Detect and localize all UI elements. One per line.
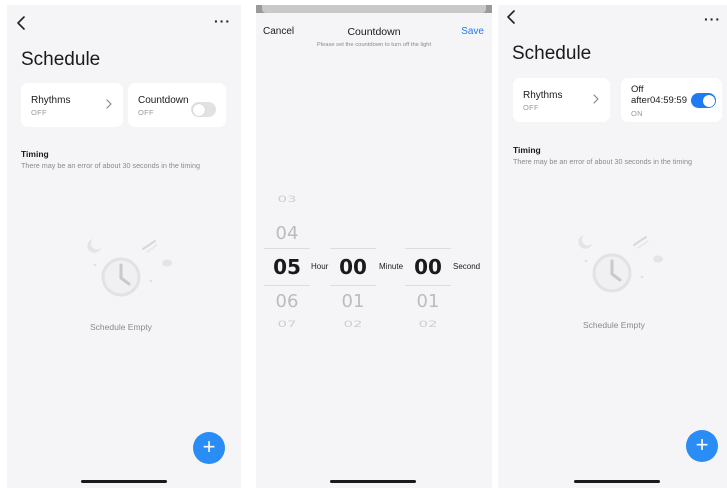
second-selected[interactable]: 00	[405, 255, 451, 279]
back-icon[interactable]	[14, 14, 30, 32]
minute-option[interactable]: 01	[330, 291, 376, 312]
second-picker[interactable]: 00 01 02	[405, 190, 451, 340]
alarm-clock-illustration	[578, 235, 663, 293]
countdown-title: Off after04:59:59	[631, 84, 687, 106]
countdown-toggle[interactable]	[191, 102, 216, 117]
second-unit-label: Second	[453, 262, 481, 271]
rhythms-status: OFF	[31, 108, 47, 117]
picker-divider	[264, 248, 310, 249]
countdown-card[interactable]: Countdown OFF	[128, 83, 226, 127]
minute-unit-label: Minute	[379, 262, 404, 271]
picker-divider	[405, 248, 451, 249]
rhythms-card[interactable]: Rhythms OFF	[21, 83, 123, 127]
more-icon[interactable]: ···	[704, 11, 721, 27]
countdown-title-line2: after04:59:59	[631, 95, 687, 106]
add-schedule-button[interactable]: +	[686, 430, 718, 462]
home-indicator	[81, 480, 167, 483]
hour-option[interactable]: 04	[264, 223, 310, 244]
picker-divider	[264, 285, 310, 286]
empty-state-text: Schedule Empty	[90, 322, 152, 332]
rhythms-title: Rhythms	[523, 90, 563, 101]
hour-option[interactable]: 03	[264, 194, 310, 205]
rhythms-card[interactable]: Rhythms OFF	[513, 78, 610, 122]
page-title: Schedule	[512, 43, 592, 64]
picker-divider	[405, 285, 451, 286]
countdown-status: OFF	[138, 108, 154, 117]
toggle-knob	[192, 103, 205, 116]
cancel-button[interactable]: Cancel	[263, 26, 294, 37]
schedule-screen-on: ··· Schedule Rhythms OFF Off after04:59:…	[498, 5, 727, 488]
timing-description: There may be an error of about 30 second…	[21, 161, 200, 170]
empty-state-text: Schedule Empty	[583, 320, 645, 330]
sheet-hint: Please set the countdown to turn off the…	[316, 42, 432, 48]
alarm-clock-illustration	[87, 239, 172, 297]
timing-description: There may be an error of about 30 second…	[513, 157, 692, 166]
rhythms-status: OFF	[523, 103, 539, 112]
page-title: Schedule	[21, 49, 101, 70]
schedule-screen-off: ··· Schedule Rhythms OFF Countdown OFF T…	[7, 5, 241, 488]
hour-unit-label: Hour	[311, 262, 329, 271]
chevron-right-icon	[593, 94, 599, 104]
save-button[interactable]: Save	[461, 26, 484, 37]
sheet-top-edge	[256, 5, 492, 13]
sheet-top-inner	[262, 5, 486, 13]
second-option[interactable]: 02	[405, 319, 451, 330]
minute-option[interactable]: 02	[330, 319, 376, 330]
back-icon[interactable]	[504, 8, 520, 26]
second-option[interactable]: 01	[405, 291, 451, 312]
toggle-knob	[702, 94, 715, 107]
countdown-title: Countdown	[138, 95, 189, 106]
home-indicator	[330, 480, 416, 483]
rhythms-title: Rhythms	[31, 95, 71, 106]
picker-divider	[330, 248, 376, 249]
minute-picker[interactable]: 00 01 02	[330, 190, 376, 340]
hour-option[interactable]: 06	[264, 291, 310, 312]
timing-title: Timing	[513, 145, 541, 155]
add-schedule-button[interactable]: +	[193, 432, 225, 464]
countdown-toggle[interactable]	[691, 93, 716, 108]
more-icon[interactable]: ···	[214, 13, 231, 29]
countdown-picker-sheet: Countdown Cancel Save Please set the cou…	[256, 5, 492, 488]
timing-title: Timing	[21, 149, 49, 159]
home-indicator	[574, 480, 660, 483]
hour-option[interactable]: 07	[264, 319, 310, 330]
chevron-right-icon	[106, 99, 112, 109]
countdown-card[interactable]: Off after04:59:59 ON	[621, 78, 722, 122]
hour-selected[interactable]: 05	[264, 255, 310, 279]
countdown-status: ON	[631, 109, 643, 118]
minute-selected[interactable]: 00	[330, 255, 376, 279]
picker-divider	[330, 285, 376, 286]
hour-picker[interactable]: 03 04 05 06 07	[264, 190, 310, 340]
countdown-title-line1: Off	[631, 84, 644, 95]
